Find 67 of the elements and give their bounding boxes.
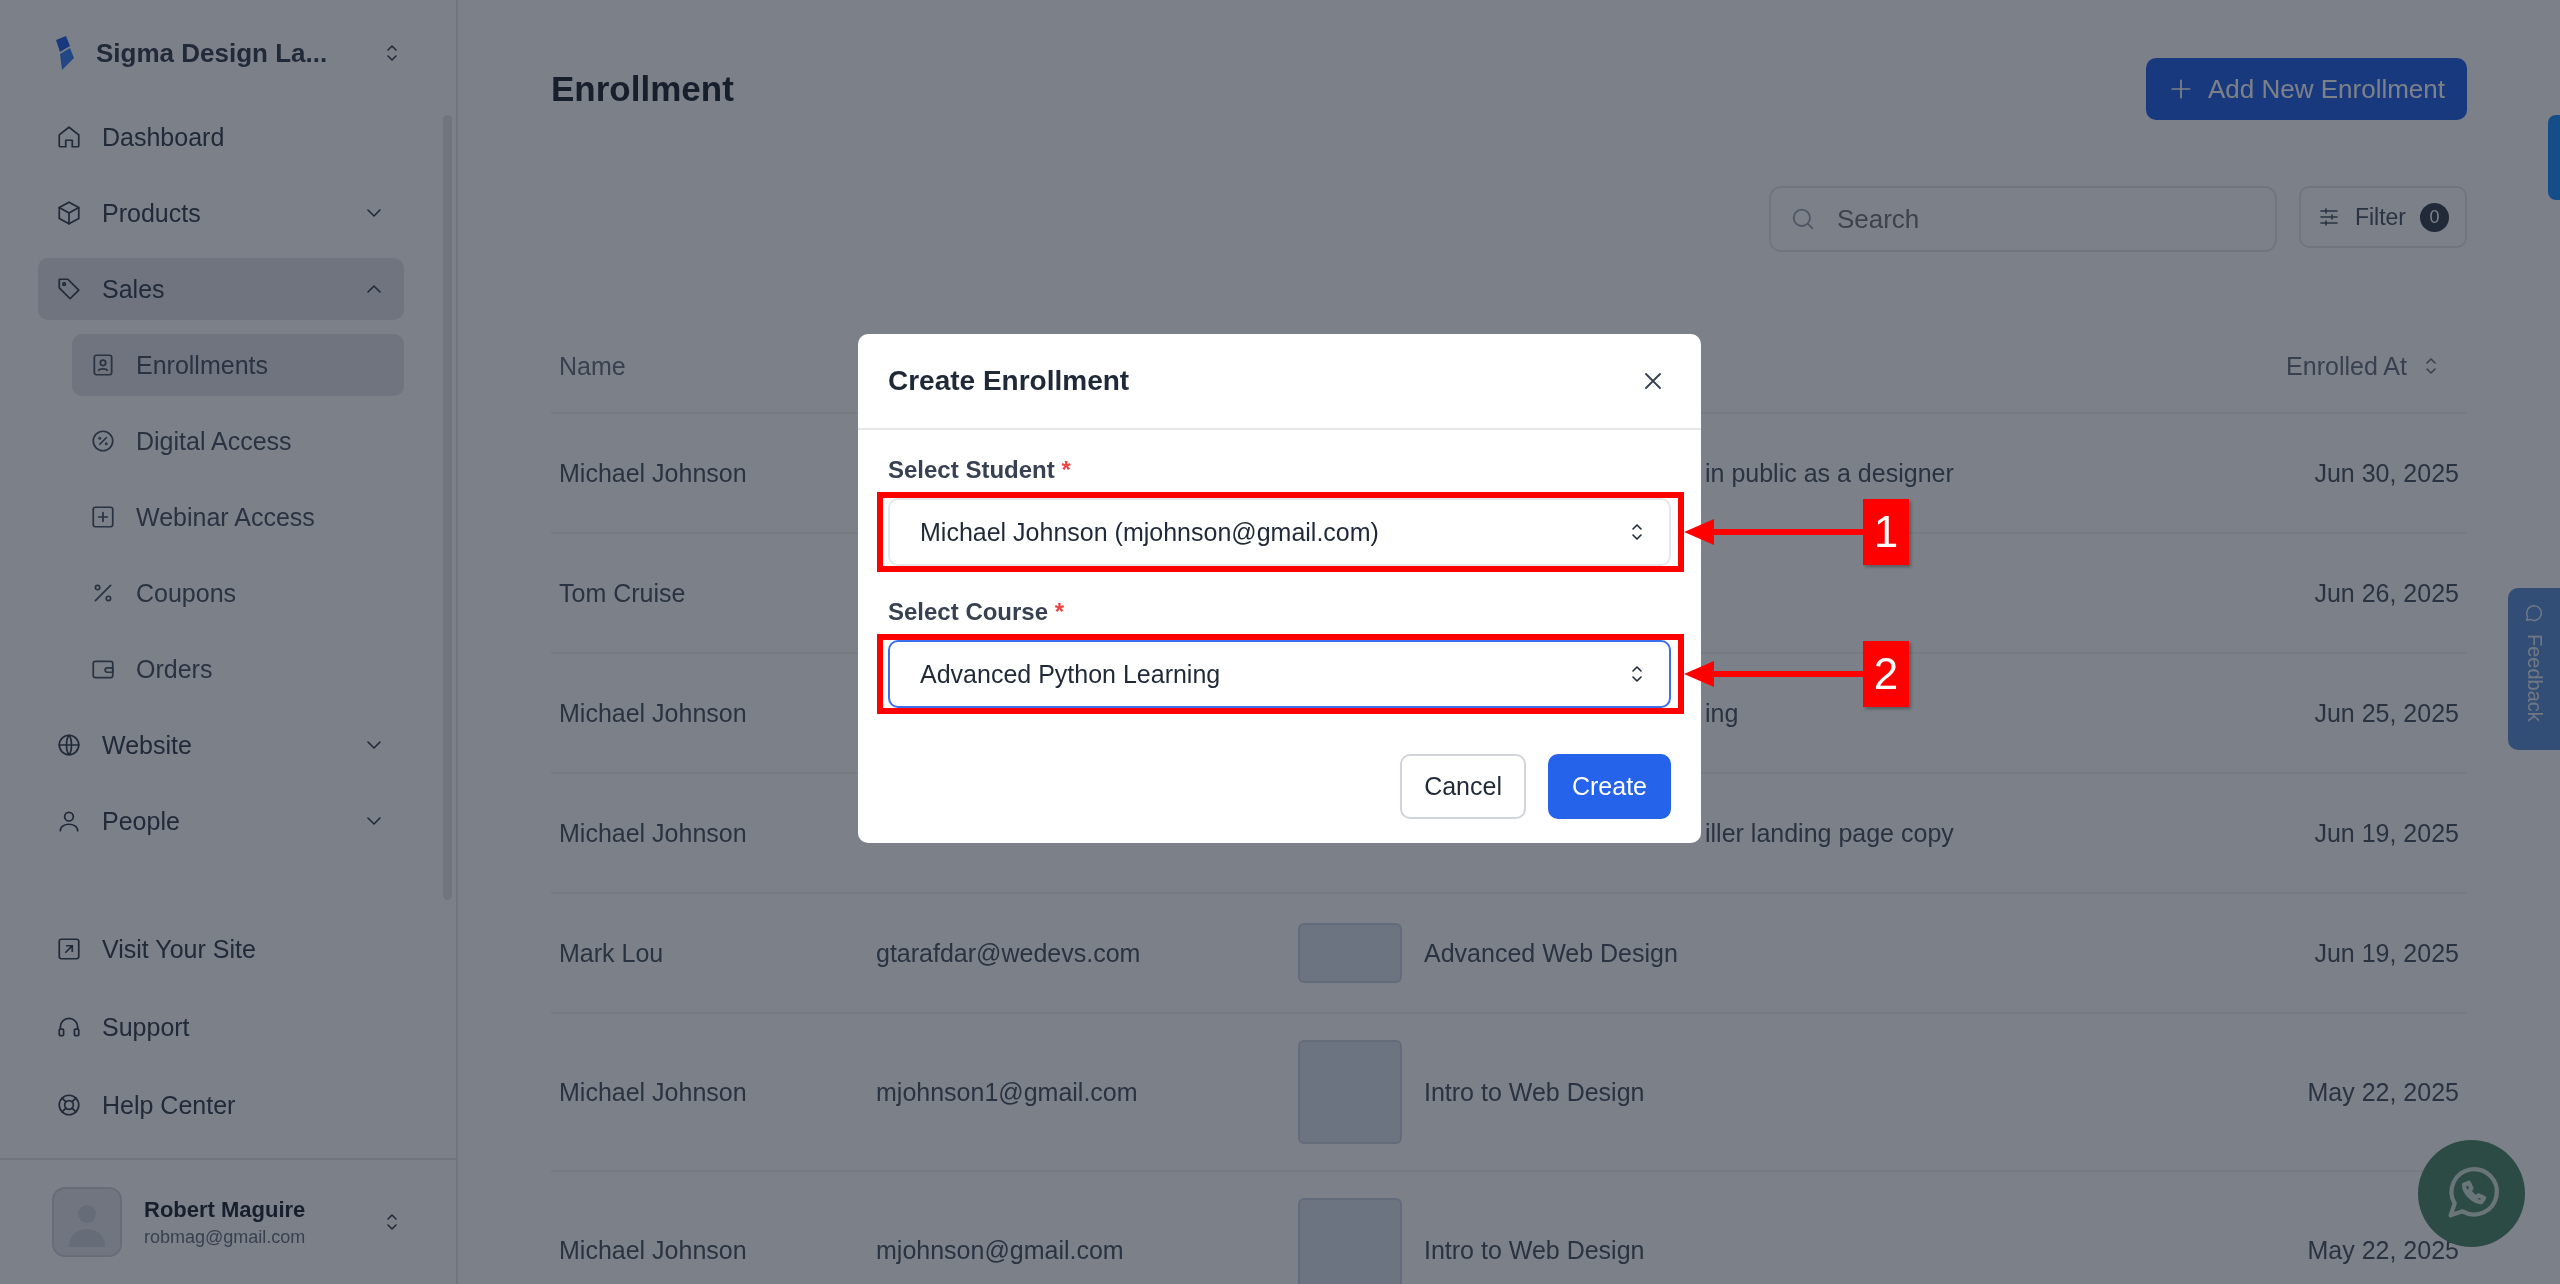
enrolled-date: Jun 19, 2025 — [2313, 818, 2459, 848]
course-name: ing — [1705, 698, 1739, 728]
student-name: Michael Johnson — [559, 458, 748, 488]
nav-item[interactable]: Webinar Access — [72, 486, 404, 548]
nav-item[interactable]: Dashboard — [38, 106, 404, 168]
column-header[interactable]: Enrolled At — [2286, 351, 2407, 381]
lifebuoy-icon — [56, 1092, 82, 1118]
nav-link[interactable]: Support — [38, 996, 404, 1058]
course-name: Intro to Web Design — [1424, 1235, 1645, 1265]
plus-square-icon — [90, 504, 116, 530]
enrolled-date: May 22, 2025 — [2306, 1235, 2459, 1265]
select-field[interactable]: Advanced Python Learning — [888, 640, 1671, 708]
student-name: Mark Lou — [559, 938, 665, 968]
nav-item[interactable]: Products — [38, 182, 404, 244]
chat-bubble-icon — [2523, 602, 2545, 624]
enrolled-date: Jun 30, 2025 — [2313, 458, 2459, 488]
student-name: Michael Johnson — [559, 698, 748, 728]
enrolled-date: Jun 26, 2025 — [2313, 578, 2459, 608]
search-field[interactable]: Search — [1768, 186, 2277, 252]
column-header: Name — [559, 351, 627, 381]
logo-icon — [54, 36, 76, 70]
course-name: Intro to Web Design — [1424, 1077, 1645, 1107]
filter-count: 0 — [2420, 202, 2449, 232]
page-title: Enrollment — [551, 69, 734, 109]
callout-number: 2 — [1863, 641, 1909, 707]
side-tab[interactable] — [2548, 115, 2560, 200]
field-label: Select Student * — [888, 455, 1072, 485]
home-icon — [56, 124, 82, 150]
nav-item[interactable]: Orders — [72, 638, 404, 700]
course-name: in public as a designer — [1705, 458, 1954, 488]
external-link-icon — [56, 936, 82, 962]
student-name: Michael Johnson — [559, 1077, 748, 1107]
callout-number: 1 — [1863, 499, 1909, 565]
nav-item[interactable]: Website — [38, 714, 404, 776]
enrolled-date: May 22, 2025 — [2306, 1077, 2459, 1107]
cancel-button[interactable]: Cancel — [1400, 754, 1526, 819]
nav-link[interactable]: Help Center — [38, 1074, 404, 1136]
user-email: robmag@gmail.com — [144, 1226, 307, 1248]
filter-button[interactable]: Filter 0 — [2298, 186, 2467, 248]
course-name: iller landing page copy — [1705, 818, 1954, 848]
select-field[interactable]: Michael Johnson (mjohnson@gmail.com) — [888, 498, 1671, 566]
tag-icon — [56, 276, 82, 302]
add-enrollment-button[interactable]: Add New Enrollment — [2146, 58, 2467, 120]
field-label: Select Course * — [888, 597, 1066, 627]
percent-circle-icon — [90, 428, 116, 454]
student-email: gtarafdar@wedevs.com — [876, 938, 1141, 967]
nav-item[interactable]: Coupons — [72, 562, 404, 624]
dialog-title: Create Enrollment — [888, 365, 1130, 397]
student-email: mjohnson@gmail.com — [876, 1235, 1124, 1264]
contact-card-icon — [90, 352, 116, 378]
nav-item[interactable]: Sales — [38, 258, 404, 320]
nav-link[interactable]: Visit Your Site — [38, 918, 404, 980]
nav-item[interactable]: People — [38, 790, 404, 852]
nav-item[interactable]: Enrollments — [72, 334, 404, 396]
user-name: Robert Maguire — [144, 1196, 307, 1223]
workspace-name[interactable]: Sigma Design La... — [96, 37, 360, 69]
enrolled-date: Jun 19, 2025 — [2313, 938, 2459, 968]
enrolled-date: Jun 25, 2025 — [2313, 698, 2459, 728]
create-button[interactable]: Create — [1547, 754, 1671, 819]
student-email: mjohnson1@gmail.com — [876, 1077, 1138, 1106]
student-name: Tom Cruise — [559, 578, 687, 608]
globe-icon — [56, 732, 82, 758]
course-name: Advanced Web Design — [1424, 938, 1678, 968]
cube-icon — [56, 200, 82, 226]
student-name: Michael Johnson — [559, 818, 748, 848]
nav-item[interactable]: Digital Access — [72, 410, 404, 472]
student-name: Michael Johnson — [559, 1235, 748, 1265]
